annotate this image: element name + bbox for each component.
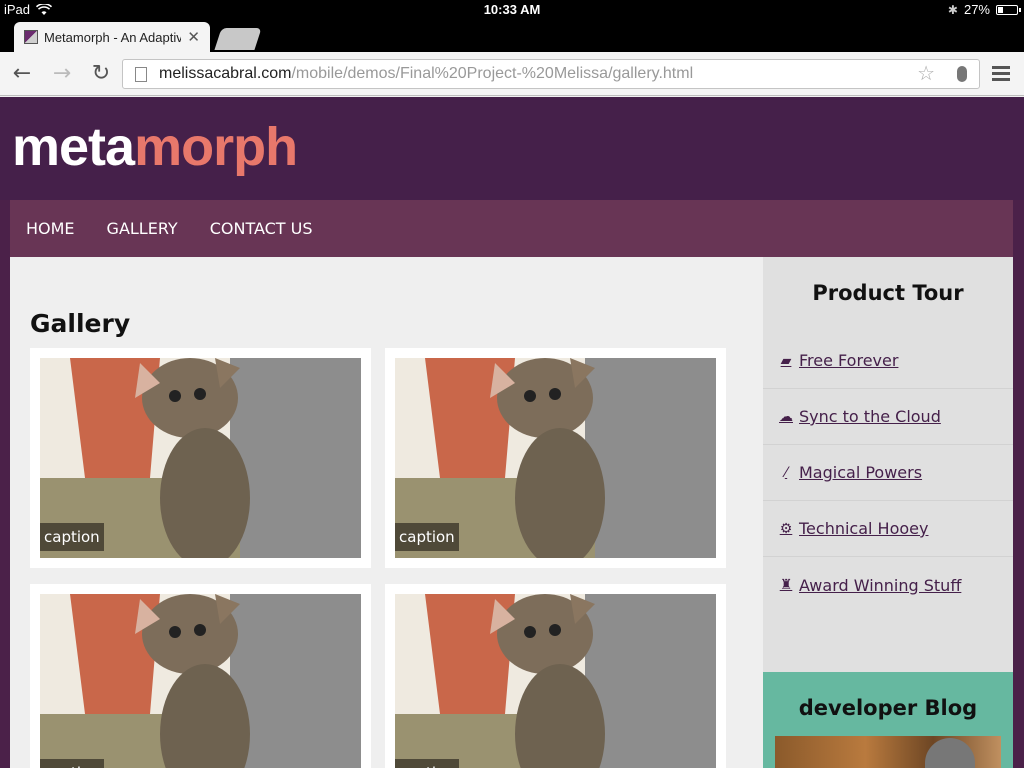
gallery-item[interactable]: caption — [385, 584, 726, 768]
magic-wand-icon: ⁄ — [784, 464, 788, 481]
gallery-item[interactable]: caption — [30, 584, 371, 768]
tour-item-label: Free Forever — [799, 351, 899, 370]
sidebar-title: Product Tour — [812, 281, 964, 305]
kitten-photo[interactable]: caption — [40, 358, 361, 558]
blog-title: developer Blog — [798, 696, 978, 720]
gears-icon: ⚙ — [779, 520, 793, 537]
site-favicon-icon — [24, 30, 38, 44]
cloud-upload-icon: ☁ — [779, 408, 793, 425]
tour-item-sync-cloud[interactable]: ☁ Sync to the Cloud — [763, 389, 1013, 445]
reload-icon[interactable]: ↻ — [89, 62, 113, 86]
bluetooth-icon: ✱ — [947, 2, 958, 17]
tour-item-free-forever[interactable]: ▰ Free Forever — [763, 333, 1013, 389]
kitten-image — [40, 594, 361, 768]
clock: 10:33 AM — [483, 2, 541, 17]
trophy-icon: ♜ — [779, 577, 793, 593]
tab-title: Metamorph - An Adaptive — [44, 29, 182, 45]
nav-contact-us[interactable]: CONTACT US — [210, 219, 313, 238]
main-nav: HOME GALLERY CONTACT US — [10, 200, 1013, 257]
kitten-photo[interactable]: caption — [40, 594, 361, 768]
caption: caption — [395, 759, 459, 768]
battery-percent: 27% — [963, 2, 990, 17]
main-content: Gallery caption caption — [10, 257, 763, 768]
forward-arrow-icon[interactable]: → — [50, 62, 74, 86]
menu-icon[interactable] — [992, 66, 1010, 82]
address-bar[interactable]: melissacabral.com/mobile/demos/Final%20P… — [122, 59, 980, 89]
url-domain: melissacabral.com — [159, 65, 292, 82]
url-path: /mobile/demos/Final%20Project-%20Melissa… — [291, 65, 694, 82]
gallery-item[interactable]: caption — [30, 348, 371, 568]
bookmark-star-icon[interactable]: ☆ — [917, 60, 935, 88]
web-page: metamorph HOME GALLERY CONTACT US Galler… — [0, 97, 1024, 768]
tour-item-award-winning[interactable]: ♜ Award Winning Stuff — [763, 557, 1013, 613]
kitten-photo[interactable]: caption — [395, 594, 716, 768]
back-arrow-icon[interactable]: ← — [10, 62, 34, 86]
kitten-image — [395, 594, 716, 768]
logo-text-meta: meta — [12, 117, 135, 177]
caption: caption — [395, 523, 459, 551]
blog-cat-shape — [925, 738, 975, 768]
new-tab-button[interactable] — [214, 28, 262, 50]
ticket-icon: ▰ — [780, 352, 792, 369]
caption: caption — [40, 759, 104, 768]
close-tab-icon[interactable]: ✕ — [187, 28, 200, 46]
nav-home[interactable]: HOME — [26, 219, 75, 238]
tour-item-label: Technical Hooey — [799, 519, 929, 538]
ios-status-bar: iPad 10:33 AM ✱ 27% — [0, 0, 1024, 20]
caption: caption — [40, 523, 104, 551]
gallery-item[interactable]: caption — [385, 348, 726, 568]
status-right: ✱ 27% — [947, 2, 1021, 17]
tour-item-label: Award Winning Stuff — [799, 575, 962, 595]
site-logo[interactable]: metamorph — [12, 115, 298, 179]
tour-item-technical-hooey[interactable]: ⚙ Technical Hooey — [763, 501, 1013, 557]
microphone-icon[interactable] — [957, 66, 967, 82]
developer-blog: developer Blog — [763, 672, 1013, 768]
page-icon — [135, 67, 147, 82]
nav-gallery[interactable]: GALLERY — [107, 219, 178, 238]
browser-tab[interactable]: Metamorph - An Adaptive ✕ — [14, 22, 210, 52]
tour-item-label: Sync to the Cloud — [799, 407, 941, 426]
blog-image[interactable] — [775, 736, 1001, 768]
browser-toolbar: ← → ↻ melissacabral.com/mobile/demos/Fin… — [0, 52, 1024, 96]
tour-item-magical-powers[interactable]: ⁄ Magical Powers — [763, 445, 1013, 501]
battery-fill — [998, 6, 1004, 13]
product-tour-sidebar: Product Tour ▰ Free Forever ☁ Sync to th… — [763, 257, 1013, 672]
page-title: Gallery — [30, 309, 131, 338]
logo-text-morph: morph — [134, 117, 298, 177]
battery-icon — [996, 4, 1021, 15]
tab-strip: Metamorph - An Adaptive ✕ — [0, 20, 1024, 52]
site-header: metamorph — [0, 97, 1024, 200]
tour-item-label: Magical Powers — [799, 463, 923, 482]
kitten-photo[interactable]: caption — [395, 358, 716, 558]
